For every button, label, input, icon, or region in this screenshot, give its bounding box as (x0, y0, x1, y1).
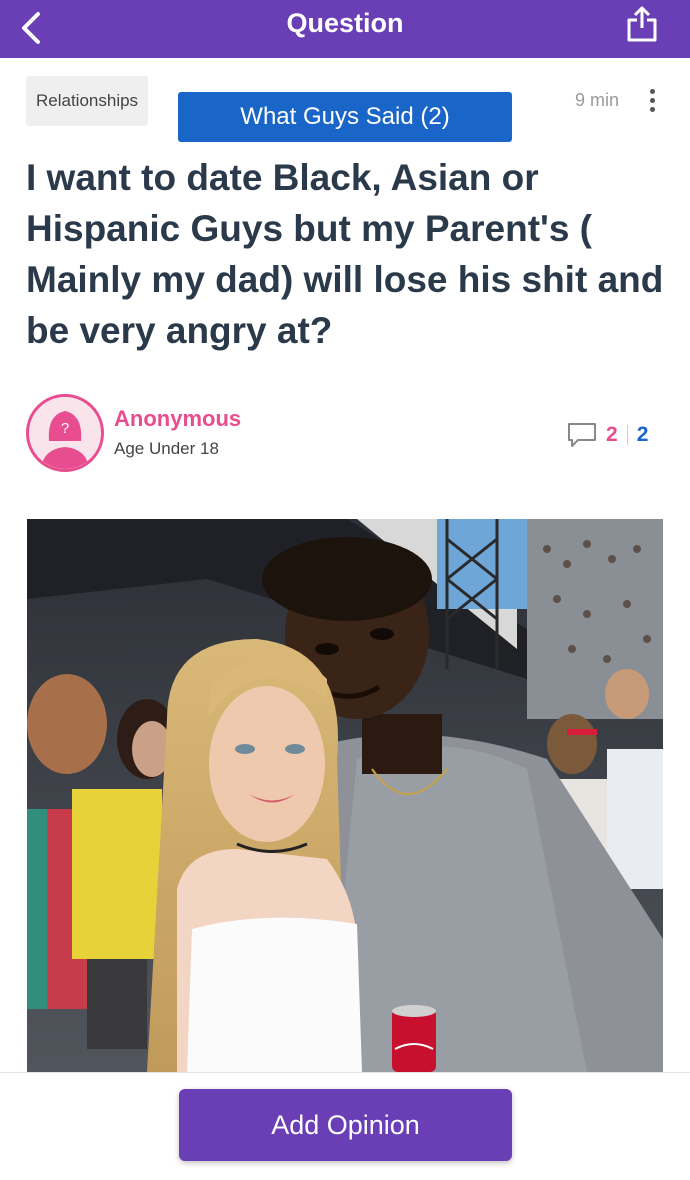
add-opinion-button[interactable]: Add Opinion (179, 1089, 512, 1161)
vertical-dots-icon (644, 89, 660, 112)
post-photo[interactable] (27, 519, 663, 1072)
author-age: Age Under 18 (114, 439, 219, 458)
girls-opinion-count: 2 (606, 423, 618, 446)
anonymous-female-avatar-icon: ? (41, 411, 89, 469)
count-divider (626, 425, 628, 445)
guys-opinion-count: 2 (636, 423, 649, 446)
comment-icon (568, 423, 596, 447)
what-guys-said-button[interactable]: What Guys Said (2) (178, 92, 512, 142)
svg-text:?: ? (61, 420, 69, 437)
question-title: I want to date Black, Asian or Hispanic … (26, 157, 664, 351)
share-button[interactable] (624, 4, 660, 44)
bottom-bar: Add Opinion (0, 1072, 690, 1180)
share-icon (627, 6, 657, 42)
category-tag[interactable]: Relationships (26, 76, 149, 126)
opinion-counts[interactable]: 2 2 (566, 420, 648, 450)
author-name[interactable]: Anonymous (114, 406, 241, 432)
author-avatar[interactable]: ? (26, 394, 104, 472)
top-bar: Question (0, 0, 690, 58)
page-title: Question (286, 8, 404, 38)
photo-image (27, 519, 663, 1072)
post-time: 9 min (575, 90, 620, 110)
more-options-button[interactable] (644, 86, 660, 116)
